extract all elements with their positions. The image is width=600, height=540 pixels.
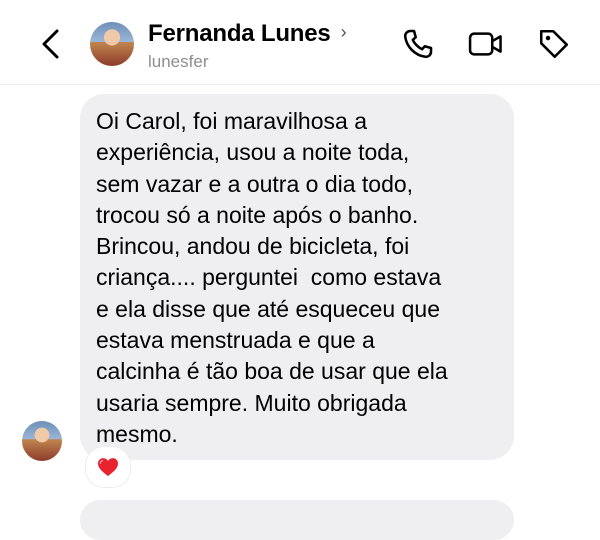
video-call-button[interactable] [468,26,504,62]
heart-icon [98,458,118,477]
message-text: Oi Carol, foi maravilhosa a experiência,… [96,108,448,447]
message-bubble[interactable]: Oi Carol, foi maravilhosa a experiência,… [80,94,514,460]
back-button[interactable] [34,26,66,62]
video-camera-icon [468,32,502,56]
tag-icon [539,29,569,59]
audio-call-button[interactable] [400,26,436,62]
reaction-badge[interactable] [86,447,130,487]
back-arrow-icon [42,29,59,59]
chevron-right-icon: › [340,21,347,42]
tag-button[interactable] [536,26,572,62]
chat-header: Fernanda Lunes › lunesfer [0,0,600,85]
contact-username: lunesfer [148,52,209,71]
contact-name: Fernanda Lunes [148,20,331,47]
profile-link[interactable]: Fernanda Lunes › [148,20,347,48]
avatar[interactable] [90,22,134,66]
next-message-bubble[interactable] [80,500,514,540]
sender-avatar[interactable] [22,421,62,461]
phone-icon [403,29,433,59]
